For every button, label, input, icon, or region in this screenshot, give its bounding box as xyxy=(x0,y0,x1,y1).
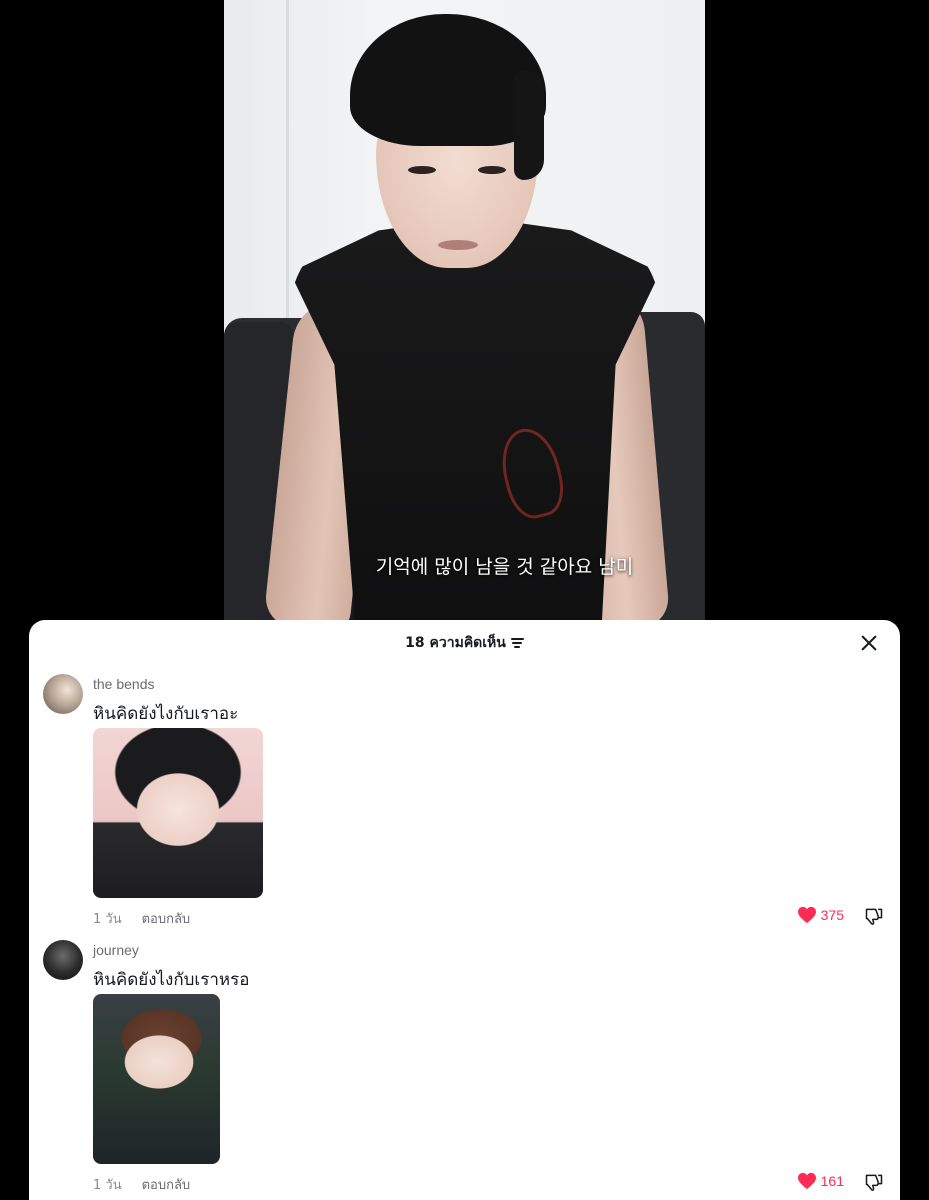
screen: 기억에 많이 남을 것 같아요 남미 18 ความคิดเห็น the be… xyxy=(0,0,929,1200)
comment-item: journey หินคิดยังไงกับเราหรอ 1 วัน ตอบกล… xyxy=(29,940,900,1200)
comment-meta: 1 วัน ตอบกลับ xyxy=(93,908,190,929)
comment-username[interactable]: journey xyxy=(93,942,139,958)
person-eye-left xyxy=(408,166,436,174)
comments-count-sort[interactable]: 18 ความคิดเห็น xyxy=(405,632,524,654)
sort-icon[interactable] xyxy=(510,638,524,648)
comment-image[interactable] xyxy=(93,728,263,898)
comment-item: the bends หินคิดยังไงกับเราอะ 1 วัน ตอบก… xyxy=(29,674,900,934)
reply-button[interactable]: ตอบกลับ xyxy=(142,1174,191,1195)
heart-icon xyxy=(797,906,816,924)
video-subtitle: 기억에 많이 남을 것 같아요 남미 xyxy=(375,556,634,578)
comment-meta: 1 วัน ตอบกลับ xyxy=(93,1174,190,1195)
comment-username[interactable]: the bends xyxy=(93,676,155,692)
heart-icon xyxy=(797,1172,816,1190)
person-eye-right xyxy=(478,166,506,174)
avatar[interactable] xyxy=(43,674,83,714)
dislike-icon[interactable] xyxy=(864,906,884,926)
like-button[interactable]: 375 xyxy=(797,906,844,924)
avatar[interactable] xyxy=(43,940,83,980)
comments-sheet: 18 ความคิดเห็น the bends หินคิดยังไงกับเ… xyxy=(29,620,900,1200)
comments-count: 18 ความคิดเห็น xyxy=(405,635,506,651)
comment-image[interactable] xyxy=(93,994,220,1164)
comment-time: 1 วัน xyxy=(93,912,122,927)
close-icon[interactable] xyxy=(858,632,880,654)
dislike-icon[interactable] xyxy=(864,1172,884,1192)
person-mouth xyxy=(438,240,478,250)
comments-header: 18 ความคิดเห็น xyxy=(29,620,900,666)
like-button[interactable]: 161 xyxy=(797,1172,844,1190)
reply-button[interactable]: ตอบกลับ xyxy=(142,908,191,929)
video-person xyxy=(224,0,705,640)
like-count: 375 xyxy=(820,907,844,923)
comment-text: หินคิดยังไงกับเราหรอ xyxy=(93,970,250,990)
comment-time: 1 วัน xyxy=(93,1178,122,1193)
person-hair-side xyxy=(514,70,544,180)
comment-text: หินคิดยังไงกับเราอะ xyxy=(93,704,239,724)
like-count: 161 xyxy=(820,1173,844,1189)
video-player[interactable]: 기억에 많이 남을 것 같아요 남미 xyxy=(224,0,705,640)
